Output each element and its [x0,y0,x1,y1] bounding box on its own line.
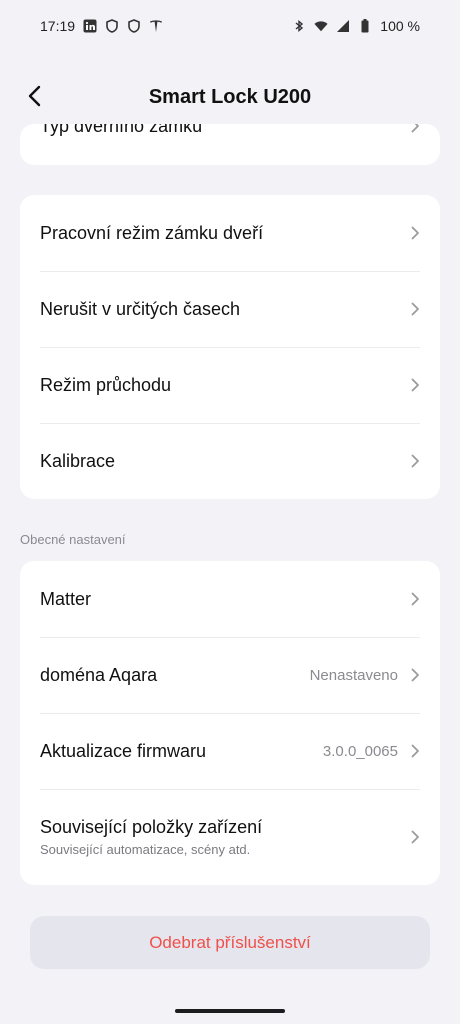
list-item-label: Režim průchodu [40,374,172,395]
chevron-left-icon [27,85,43,110]
list-item-label: Kalibrace [40,450,116,471]
list-item-label: Aktualizace firmwaru [40,740,207,761]
list-item-label: Matter [40,588,92,609]
chevron-right-icon [406,592,420,606]
linkedin-icon [83,19,97,33]
signal-icon [336,19,350,33]
status-bar-right: 100 % [292,18,420,34]
list-item-working-mode[interactable]: Pracovní režim zámku dveří [20,195,440,271]
list-item-aqara-domain[interactable]: doména Aqara Nenastaveno [20,637,440,713]
list-item-label: Typ dveřního zámku [40,124,203,136]
list-item-label: Nerušit v určitých časech [40,298,241,319]
list-item-subtitle: Související automatizace, scény atd. [40,842,251,857]
list-item-firmware-update[interactable]: Aktualizace firmwaru 3.0.0_0065 [20,713,440,789]
shield-icon [105,19,119,33]
list-item-passage-mode[interactable]: Režim průchodu [20,347,440,423]
chevron-right-icon [406,302,420,316]
section-header-general: Obecné nastavení [20,532,126,547]
chevron-right-icon [406,668,420,682]
list-item-label: Pracovní režim zámku dveří [40,222,264,243]
card-lock-settings: Pracovní režim zámku dveří Nerušit v urč… [20,195,440,499]
page-header: Smart Lock U200 [0,70,460,124]
battery-icon [358,19,372,33]
tesla-icon [149,19,163,33]
page-title: Smart Lock U200 [148,85,312,108]
list-item-calibration[interactable]: Kalibrace [20,423,440,499]
card-general-settings: Matter doména Aqara Nenastaveno Aktualiz… [20,561,440,885]
chevron-right-icon [406,830,420,844]
status-bar-left: 17:19 [40,18,163,34]
list-item-label: Související položky zařízení [40,817,263,837]
list-item-value: Nenastaveno [309,666,398,684]
list-item-label: doména Aqara [40,664,158,685]
firmware-version: 3.0.0_0065 [322,742,398,760]
status-time: 17:19 [40,18,76,34]
home-indicator[interactable] [175,1009,285,1013]
bluetooth-icon [292,19,306,33]
status-bar: 17:19 100 % [0,0,460,52]
list-item-door-lock-type[interactable]: Typ dveřního zámku [20,124,440,164]
list-item-do-not-disturb[interactable]: Nerušit v určitých časech [20,271,440,347]
back-button[interactable] [18,80,52,114]
chevron-right-icon [406,378,420,392]
list-item-text: Související položky zařízení Související… [40,817,406,857]
chevron-right-icon [406,124,420,133]
chevron-right-icon [406,744,420,758]
wifi-icon [314,19,328,33]
battery-percent: 100 % [380,18,420,34]
list-item-related-items[interactable]: Související položky zařízení Související… [20,789,440,885]
remove-accessory-button[interactable]: Odebrat příslušenství [30,916,430,969]
card-top: Typ dveřního zámku [20,124,440,165]
shield-icon [127,19,141,33]
list-item-matter[interactable]: Matter [20,561,440,637]
chevron-right-icon [406,226,420,240]
chevron-right-icon [406,454,420,468]
